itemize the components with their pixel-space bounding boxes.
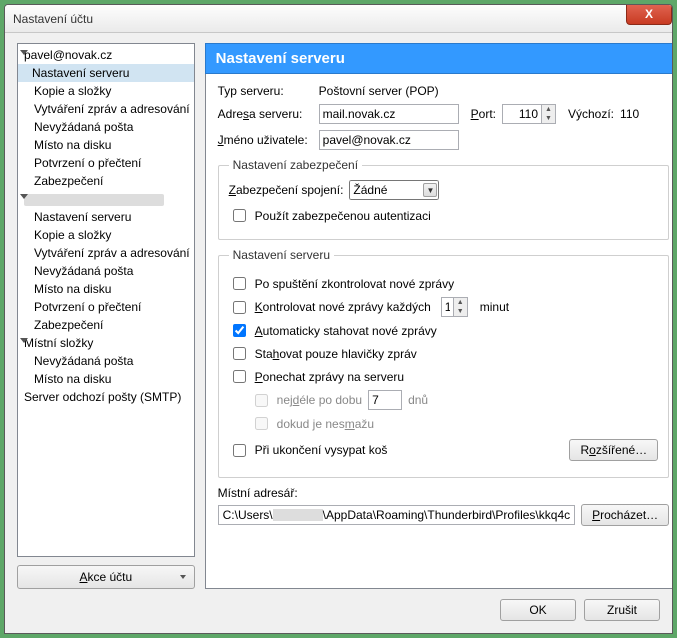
window-title: Nastavení účtu bbox=[13, 12, 626, 26]
server-type-value: Poštovní server (POP) bbox=[319, 84, 439, 98]
default-port-value: 110 bbox=[620, 107, 639, 121]
check-every-row: Kontrolovat nové zprávy každých ▲▼ minut bbox=[229, 297, 659, 317]
sidebar-item-smtp[interactable]: Server odchozí pošty (SMTP) bbox=[18, 388, 194, 406]
sidebar-item-receipts[interactable]: Potvrzení o přečtení bbox=[18, 298, 194, 316]
server-type-label: Typ serveru: bbox=[218, 84, 313, 98]
sidebar: pavel@novak.cz Nastavení serveru Kopie a… bbox=[17, 43, 195, 589]
server-fieldset: Nastavení serveru Po spuštění zkontrolov… bbox=[218, 248, 670, 478]
check-every-checkbox[interactable] bbox=[233, 301, 246, 314]
sidebar-item-security[interactable]: Zabezpečení bbox=[18, 316, 194, 334]
ok-button[interactable]: OK bbox=[500, 599, 576, 621]
chevron-down-icon bbox=[20, 194, 28, 199]
server-legend: Nastavení serveru bbox=[229, 248, 334, 262]
columns: pavel@novak.cz Nastavení serveru Kopie a… bbox=[17, 43, 660, 589]
conn-security-label: Zabezpečení spojení: bbox=[229, 183, 344, 197]
content: Nastavení serveru Typ serveru: Poštovní … bbox=[205, 43, 673, 589]
panel: Typ serveru: Poštovní server (POP) Adres… bbox=[205, 74, 673, 589]
sidebar-item-copies[interactable]: Kopie a složky bbox=[18, 226, 194, 244]
close-button[interactable]: X bbox=[626, 5, 672, 25]
server-address-input[interactable] bbox=[319, 104, 459, 124]
sidebar-item-junk[interactable]: Nevyžádaná pošta bbox=[18, 262, 194, 280]
default-port-label: Výchozí: bbox=[568, 107, 614, 121]
at-most-input[interactable] bbox=[368, 390, 402, 410]
sidebar-item-diskspace[interactable]: Místo na disku bbox=[18, 280, 194, 298]
leave-on-server-checkbox[interactable]: Ponechat zprávy na serveru bbox=[229, 367, 659, 386]
sidebar-item-diskspace[interactable]: Místo na disku bbox=[18, 136, 194, 154]
sidebar-item-composition[interactable]: Vytváření zpráv a adresování bbox=[18, 100, 194, 118]
sidebar-item-diskspace[interactable]: Místo na disku bbox=[18, 370, 194, 388]
advanced-button[interactable]: Rozšířené… bbox=[569, 439, 658, 461]
settings-dialog: Nastavení účtu X pavel@novak.cz Nastaven… bbox=[4, 4, 673, 634]
port-spinner[interactable]: ▲▼ bbox=[542, 104, 556, 124]
sidebar-item-copies[interactable]: Kopie a složky bbox=[18, 82, 194, 100]
empty-trash-checkbox[interactable]: Při ukončení vysypat koš bbox=[229, 441, 388, 460]
username-input[interactable] bbox=[319, 130, 459, 150]
chevron-down-icon bbox=[20, 338, 28, 343]
account-tree[interactable]: pavel@novak.cz Nastavení serveru Kopie a… bbox=[17, 43, 195, 557]
sidebar-item-junk[interactable]: Nevyžádaná pošta bbox=[18, 118, 194, 136]
at-most-row: nejdéle po dobu dnů bbox=[251, 390, 659, 410]
security-legend: Nastavení zabezpečení bbox=[229, 158, 362, 172]
cancel-button[interactable]: Zrušit bbox=[584, 599, 660, 621]
at-most-checkbox bbox=[255, 394, 268, 407]
account-pavel[interactable]: pavel@novak.cz bbox=[18, 46, 194, 64]
port-input[interactable] bbox=[502, 104, 542, 124]
close-icon: X bbox=[645, 7, 653, 21]
sidebar-item-server-settings[interactable]: Nastavení serveru bbox=[18, 208, 194, 226]
username-label: Jméno uživatele: bbox=[218, 133, 313, 147]
conn-security-select[interactable] bbox=[349, 180, 439, 200]
account-actions-button[interactable]: Akce účtu bbox=[17, 565, 195, 589]
check-on-startup-checkbox[interactable]: Po spuštění zkontrolovat nové zprávy bbox=[229, 274, 659, 293]
sidebar-item-server-settings[interactable]: Nastavení serveru bbox=[18, 64, 194, 82]
account-local-folders[interactable]: Místní složky bbox=[18, 334, 194, 352]
headers-only-checkbox[interactable]: Stahovat pouze hlavičky zpráv bbox=[229, 344, 659, 363]
account-actions-label: Akce účtu bbox=[79, 570, 132, 584]
dialog-footer: OK Zrušit bbox=[17, 599, 660, 621]
sidebar-item-junk[interactable]: Nevyžádaná pošta bbox=[18, 352, 194, 370]
server-address-label: Adresa serveru: bbox=[218, 107, 313, 121]
security-fieldset: Nastavení zabezpečení Zabezpečení spojen… bbox=[218, 158, 670, 240]
sidebar-item-receipts[interactable]: Potvrzení o přečtení bbox=[18, 154, 194, 172]
browse-button[interactable]: Procházet… bbox=[581, 504, 669, 526]
section-title: Nastavení serveru bbox=[205, 43, 673, 74]
chevron-down-icon bbox=[20, 50, 28, 55]
chevron-down-icon bbox=[180, 575, 186, 579]
title-bar[interactable]: Nastavení účtu X bbox=[5, 5, 672, 33]
account-redacted[interactable] bbox=[18, 190, 194, 208]
sidebar-item-composition[interactable]: Vytváření zpráv a adresování bbox=[18, 244, 194, 262]
local-dir-path[interactable]: C:\Users\\AppData\Roaming\Thunderbird\Pr… bbox=[218, 505, 575, 525]
secure-auth-checkbox[interactable]: Použít zabezpečenou autentizaci bbox=[229, 206, 659, 225]
local-dir-label: Místní adresář: bbox=[218, 486, 670, 500]
sidebar-item-security[interactable]: Zabezpečení bbox=[18, 172, 194, 190]
port-label: Port: bbox=[471, 107, 496, 121]
check-every-spinner[interactable]: ▲▼ bbox=[454, 297, 468, 317]
auto-download-checkbox[interactable]: Automaticky stahovat nové zprávy bbox=[229, 321, 659, 340]
client-area: pavel@novak.cz Nastavení serveru Kopie a… bbox=[5, 33, 672, 633]
check-every-input[interactable] bbox=[441, 297, 454, 317]
until-delete-checkbox: dokud je nesmažu bbox=[251, 414, 659, 433]
